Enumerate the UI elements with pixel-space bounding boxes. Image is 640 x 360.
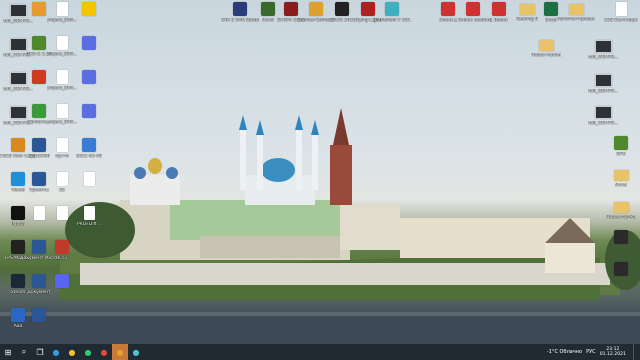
desktop-icon-label: Excel [545,18,557,23]
desktop-icon-label: Новая папка [606,215,636,220]
clock[interactable]: 23:12 01.12.2021 [600,347,626,358]
desktop-icon-label: Новая папка [531,53,561,58]
desktop-icon[interactable] [21,308,57,342]
app-icon [233,2,247,16]
desktop-icon[interactable]: Itall_OEM78... [585,38,621,72]
desktop-icon[interactable]: OCCT [44,240,80,274]
app-icon [614,262,628,276]
desktop-wallpaper: Itall_OEM78... Itall_OEM78... Itall_OEM78.… [0,0,640,344]
taskbar-app-icon[interactable]: ● [128,344,144,360]
desktop-icon-label: Itall_OEM78... [587,121,619,126]
start-button[interactable]: ⊞ [0,344,16,360]
app-icon [82,104,96,118]
desktop-icon[interactable]: Itall_OEM78... [585,104,621,138]
desktop-icon[interactable]: Новая папка [528,38,564,72]
folder-icon [613,170,629,181]
file-icon [56,2,68,16]
desktop-icon[interactable] [71,70,107,104]
desktop-icon[interactable]: GPU [603,136,639,170]
desktop-icon-label: 1 Бланк [489,18,509,23]
file-icon [56,104,68,118]
desktop-icon[interactable]: 2021-02-09 [71,138,107,172]
desktop-icon-label: Nuvel [614,183,628,188]
taskbar: ⊞ ⌕ ❐ ● ● ● ● ● ● -1°C Облачно РУС 23:12 01.1… [0,344,640,360]
desktop-icon[interactable]: CSS Бенчмарк [603,2,639,36]
file-icon [56,206,68,220]
desktop-icon[interactable]: Автотестирование [557,2,595,36]
app-icon [82,70,96,84]
computer-icon [594,40,612,53]
app-icon [385,2,399,16]
system-tray: -1°C Облачно РУС 23:12 01.12.2021 [547,344,626,360]
desktop-icon-label: Battlefield V 2017 [373,18,411,23]
desktop-icon[interactable]: Nuvel [603,168,639,202]
computer-icon [594,74,612,87]
desktop-icon[interactable] [603,262,639,296]
file-icon [56,138,68,152]
app-icon [55,274,69,288]
search-icon[interactable]: ⌕ [16,344,32,360]
app-icon [614,136,628,150]
clock-date: 01.12.2021 [599,352,626,357]
taskbar-app-icon[interactable]: ● [96,344,112,360]
folder-icon [538,40,554,51]
desktop-icon-label: пусто [55,154,69,159]
app-icon [309,2,323,16]
file-icon [83,206,95,220]
desktop-icon[interactable]: Battlefield V 2017 [373,2,411,36]
app-icon [284,2,298,16]
language-indicator[interactable]: РУС [586,349,596,355]
desktop-icon[interactable] [71,172,107,206]
computer-icon [594,106,612,119]
app-icon [492,2,506,16]
file-icon [615,2,627,16]
file-icon [83,172,95,186]
show-desktop-button[interactable] [633,344,640,360]
app-icon [614,230,628,244]
desktop-icon[interactable]: PROFDiff... [71,206,107,240]
app-icon [466,2,480,16]
desktop-icon-label: Itall_OEM78... [587,89,619,94]
app-icon [335,2,349,16]
desktop-icon[interactable] [71,104,107,138]
desktop-icon-label: Автотестирование [557,17,595,22]
desktop-icon-label: GPU [616,152,626,157]
file-icon [56,36,68,50]
app-icon [55,240,69,254]
taskbar-app-icon[interactable]: ● [64,344,80,360]
desktop-icon-label: 3D [58,188,66,193]
file-icon [56,172,68,186]
desktop-icon[interactable] [603,230,639,264]
app-icon [82,2,96,16]
desktop-icon-label: CSS Бенчмарк [604,18,638,23]
app-icon [82,138,96,152]
desktop-icon-label: Itall_OEM78... [587,55,619,60]
app-icon [544,2,558,16]
file-icon [33,206,45,220]
app-icon [441,2,455,16]
app-icon [361,2,375,16]
folder-icon [568,4,584,15]
desktop-icon[interactable] [71,2,107,36]
taskbar-app-icon[interactable]: ● [112,344,128,360]
desktop-icon[interactable] [71,36,107,70]
desktop-icon[interactable]: Itall_OEM78... [585,72,621,106]
taskbar-app-icon[interactable]: ● [48,344,64,360]
word-document-icon [32,308,46,322]
task-view-icon[interactable]: ❐ [32,344,48,360]
folder-icon [613,202,629,213]
app-icon [82,36,96,50]
weather-widget[interactable]: -1°C Облачно [547,349,582,355]
desktop-icon-label: PROFDiff... [76,222,102,227]
desktop-icon-label: OCCT [55,256,69,261]
desktop-icon-label: 2021-02-09 [75,154,103,159]
taskbar-app-icon[interactable]: ● [80,344,96,360]
desktop-icon[interactable] [44,274,80,308]
file-icon [56,70,68,84]
desktop-icon[interactable]: Новая папка [603,200,639,234]
